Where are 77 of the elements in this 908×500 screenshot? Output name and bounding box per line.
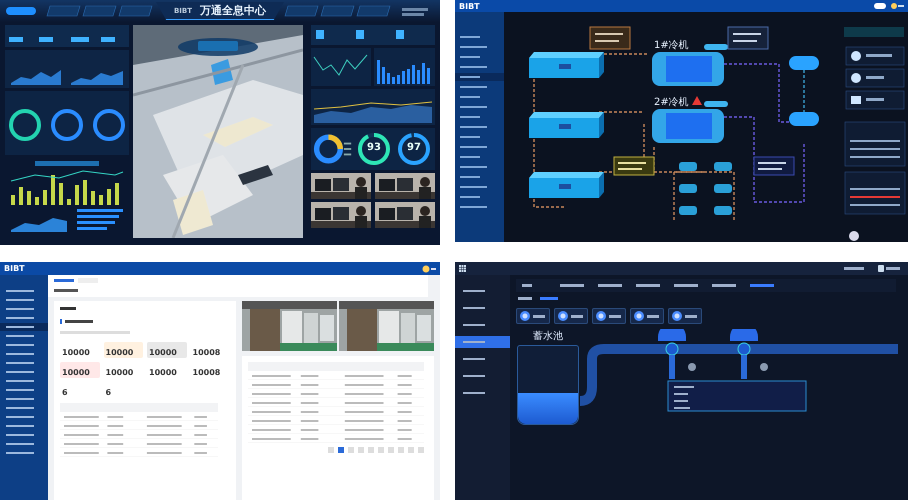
device-button[interactable] [630, 308, 664, 324]
bar [27, 191, 31, 205]
info-box [754, 156, 794, 176]
bar [402, 71, 405, 84]
device-icon [558, 311, 568, 321]
bar [35, 197, 39, 205]
kpi-value: 10000 [147, 342, 186, 358]
logo: BIBT [459, 2, 480, 10]
tank [789, 112, 819, 126]
bar [77, 209, 123, 212]
kpi-value: 10000 [60, 362, 100, 378]
stat-icon [396, 30, 404, 39]
bar [19, 187, 23, 205]
bar [91, 191, 95, 205]
info-box [614, 156, 654, 176]
kpi-bar [101, 37, 115, 42]
bar [427, 68, 430, 84]
gauge-ring [93, 109, 125, 141]
gauge-ring [9, 109, 41, 141]
bar [407, 69, 410, 84]
user-icon [422, 264, 436, 272]
sidebar-item[interactable] [0, 323, 48, 331]
bar [43, 190, 47, 205]
info-box [590, 26, 630, 50]
device-icon [672, 311, 682, 321]
bar [83, 180, 87, 205]
bar [377, 60, 380, 84]
line-series [314, 54, 368, 76]
pump-drawing [679, 162, 732, 215]
chiller-label: 2#冷机 [654, 97, 689, 108]
gauge-value: 97 [406, 142, 422, 153]
device-icon [596, 311, 606, 321]
kpi-bar [71, 37, 89, 42]
info-box [728, 26, 768, 50]
bar [387, 73, 390, 84]
bar [99, 195, 103, 205]
bar [115, 183, 119, 205]
bar [77, 227, 107, 230]
area-series [11, 218, 67, 232]
tank [789, 56, 819, 70]
bar [51, 175, 55, 205]
gauge-value: 93 [366, 142, 382, 153]
kpi-bar [39, 37, 53, 42]
bar [77, 221, 115, 224]
device-button[interactable] [592, 308, 626, 324]
bar [392, 77, 395, 84]
stat-icon [316, 30, 324, 39]
bar [75, 185, 79, 205]
area-series [71, 71, 123, 85]
legend-bar [35, 161, 99, 166]
tank-label: 蓄水池 [533, 330, 563, 343]
kpi-bar [9, 37, 23, 42]
device-icon [520, 311, 530, 321]
bar [397, 75, 400, 84]
stat-icon [356, 30, 364, 39]
window-title: 万通全息中心 [200, 3, 266, 18]
bar [67, 199, 71, 205]
menu-icon[interactable] [459, 265, 466, 272]
bar [382, 67, 385, 84]
device-icon [634, 311, 644, 321]
area-series [11, 70, 61, 85]
bar [107, 189, 111, 205]
device-button[interactable] [668, 308, 702, 324]
chiller-label: 1#冷机 [654, 40, 689, 51]
logo: BIBT [4, 264, 25, 273]
bar [59, 183, 63, 205]
bar [422, 63, 425, 84]
kpi-value: 10000 [104, 342, 143, 358]
gauge-ring [51, 109, 83, 141]
bar [77, 215, 119, 218]
bar [417, 70, 420, 84]
bar [412, 65, 415, 84]
bar [11, 195, 15, 205]
card-background [311, 48, 371, 86]
device-button[interactable] [554, 308, 588, 324]
device-button[interactable] [516, 308, 550, 324]
user-status-icon [874, 2, 904, 10]
